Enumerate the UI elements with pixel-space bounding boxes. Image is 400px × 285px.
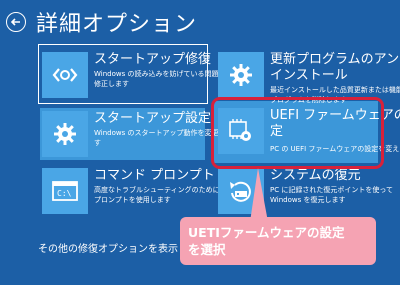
tile-desc: Windows の読み込みを妨げている問題を (94, 70, 226, 78)
annotation-red-highlight-box (211, 97, 384, 169)
more-repair-options-link[interactable]: その他の修復オプションを表示 (38, 240, 178, 255)
tile-desc: 修正します (94, 80, 129, 88)
tile-startup-repair[interactable]: スタートアップ修復 Windows の読み込みを妨げている問題を 修正します (42, 52, 225, 98)
back-arrow-icon (10, 18, 20, 26)
startup-repair-icon (42, 52, 88, 98)
system-restore-icon (218, 168, 264, 214)
tile-title: スタートアップ修復 (94, 52, 212, 67)
tile-desc: 最近インストールした品質更新または機能更新 (270, 86, 400, 94)
back-button[interactable] (6, 12, 26, 32)
tile-command-prompt[interactable]: C:\ コマンド プロンプト 高度なトラブルシューティングのためにコマンド プロ… (42, 168, 248, 214)
annotation-callout: UETIファームウェアの設定 を選択 (180, 217, 376, 265)
page-title: 詳細オプション (36, 12, 198, 37)
tile-startup-settings[interactable]: スタートアップ設定 Windows のスタートアップ動作を変更しま す (42, 111, 232, 157)
svg-text:C:\: C:\ (57, 189, 72, 198)
gear-icon (218, 52, 264, 98)
gear-icon (42, 111, 88, 157)
tile-system-restore[interactable]: システムの復元 PC に記録された復元ポイントを使って Windows を復元し… (218, 168, 393, 214)
callout-text-line2: を選択 (188, 242, 226, 257)
tile-desc: Windows を復元します (270, 196, 346, 204)
tile-title: システムの復元 (270, 168, 361, 183)
callout-text-line1: UETIファームウェアの設定 (188, 225, 345, 240)
tile-title-line2: インストール (270, 68, 348, 83)
command-prompt-icon: C:\ (42, 168, 88, 214)
tile-title: 更新プログラムのアン (270, 52, 400, 67)
tile-desc: PC に記録された復元ポイントを使って (270, 186, 393, 194)
